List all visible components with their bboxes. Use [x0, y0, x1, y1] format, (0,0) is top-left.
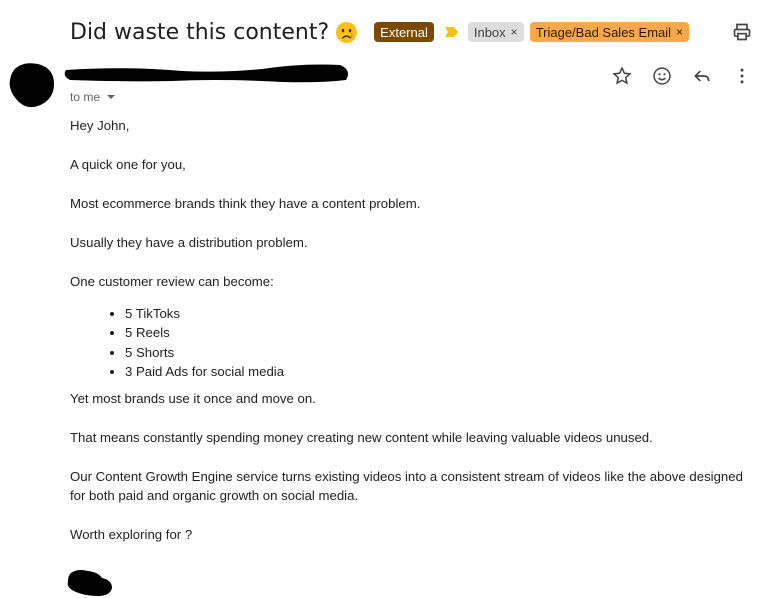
sender-avatar-redacted[interactable]: [8, 60, 56, 108]
crying-face-emoji-icon: [336, 21, 358, 43]
inbox-label-remove-icon[interactable]: ×: [511, 25, 518, 39]
chevron-down-icon[interactable]: [106, 92, 116, 102]
importance-marker-icon[interactable]: [444, 26, 460, 38]
inbox-label[interactable]: Inbox ×: [467, 22, 524, 42]
bullet-list: 5 TikToks 5 Reels 5 Shorts 3 Paid Ads fo…: [70, 304, 750, 382]
body-paragraph: Most ecommerce brands think they have a …: [70, 196, 421, 211]
subject-row: Did waste this content? External Inbox ×…: [70, 14, 690, 50]
triage-label-remove-icon[interactable]: ×: [676, 25, 683, 39]
inbox-label-text: Inbox: [473, 24, 506, 40]
body-paragraph: Our Content Growth Engine service turns …: [70, 468, 743, 504]
external-label-text: External: [380, 24, 428, 40]
list-item: 5 TikToks: [125, 304, 750, 324]
reply-icon[interactable]: [690, 64, 714, 88]
body-paragraph: Usually they have a distribution problem…: [70, 235, 308, 250]
email-body: Hey John, A quick one for you, Most ecom…: [70, 116, 750, 564]
recipient-line: to me: [70, 90, 101, 104]
body-paragraph: Yet most brands use it once and move on.: [70, 390, 316, 406]
message-actions: [610, 64, 765, 88]
print-icon[interactable]: [732, 22, 752, 42]
list-item: 5 Shorts: [125, 343, 750, 363]
signature-redacted: [67, 570, 112, 596]
body-paragraph: A quick one for you,: [70, 157, 186, 172]
body-paragraph: Worth exploring for ?: [70, 527, 193, 542]
triage-label[interactable]: Triage/Bad Sales Email ×: [529, 22, 690, 42]
body-paragraph: That means constantly spending money cre…: [70, 429, 653, 445]
emoji-icon[interactable]: [650, 64, 674, 88]
email-subject: Did waste this content?: [70, 19, 330, 45]
external-label: External: [374, 22, 434, 42]
greeting: Hey John,: [70, 118, 130, 133]
sender-name-redacted: [64, 64, 349, 83]
triage-label-text: Triage/Bad Sales Email: [535, 24, 672, 40]
more-vert-icon[interactable]: [730, 64, 754, 88]
list-item: 5 Reels: [125, 323, 750, 343]
star-icon[interactable]: [610, 64, 634, 88]
list-item: 3 Paid Ads for social media: [125, 362, 750, 382]
body-paragraph: One customer review can become:: [70, 274, 274, 289]
recipient-details[interactable]: to me: [70, 90, 116, 104]
